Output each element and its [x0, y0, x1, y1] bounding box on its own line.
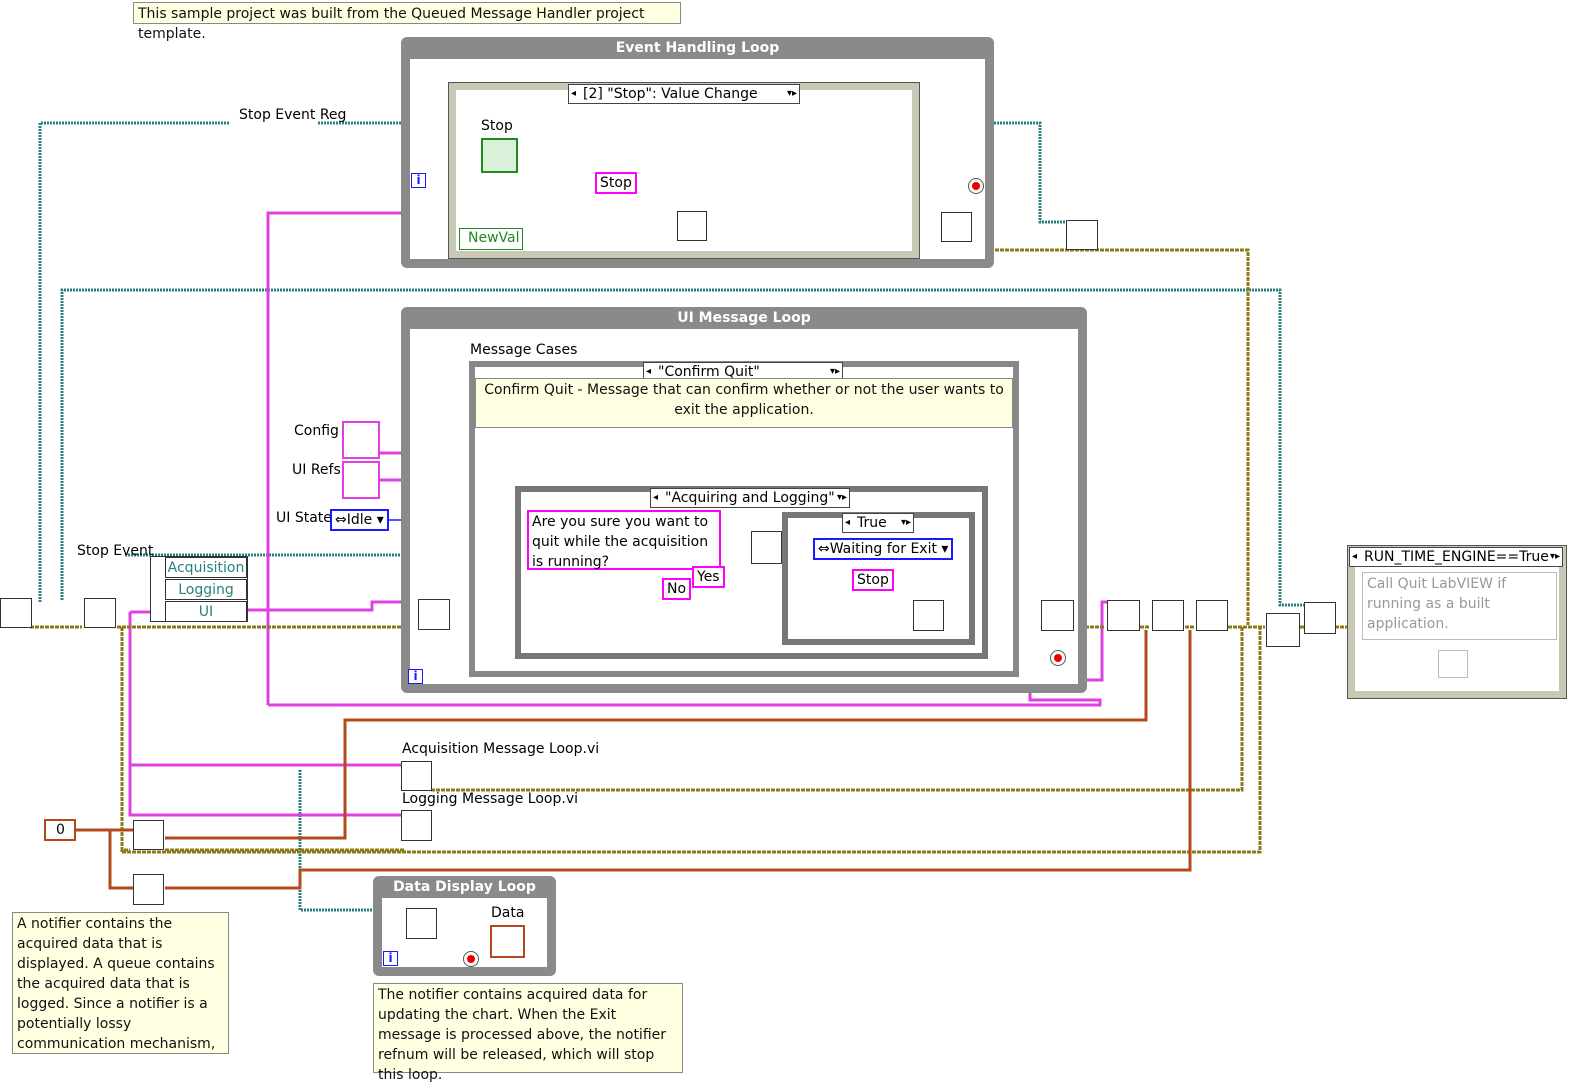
create-queues-icon: [84, 598, 116, 628]
acquiring-case-selector[interactable]: ◂ "Acquiring and Logging" ▾▸: [650, 488, 850, 508]
runtime-note: Call Quit LabVIEW if running as a built …: [1362, 572, 1557, 640]
quit-labview-icon: [1438, 650, 1468, 678]
ui-loop-iteration-icon: i: [408, 669, 423, 684]
stop-message-constant-2[interactable]: Stop: [852, 569, 894, 591]
message-cases-label: Message Cases: [470, 342, 578, 358]
logging-subvi-icon[interactable]: [401, 810, 432, 841]
selector-right-arrow-icon[interactable]: ▾▸: [787, 85, 797, 103]
runtime-case-label: RUN_TIME_ENGINE==True: [1364, 549, 1549, 565]
merge-errors-icon: [1266, 613, 1300, 647]
two-button-dialog-icon: [751, 531, 782, 564]
enum-arrow-icon: ⇔: [335, 512, 347, 528]
event-case-selector[interactable]: ◂ [2] "Stop": Value Change ▾▸: [568, 84, 800, 104]
stop-event-reg-label: Stop Event Reg: [239, 107, 347, 123]
create-notifier-icon: [133, 874, 164, 905]
release-notifier-icon: [1196, 600, 1228, 631]
acquisition-subvi-icon[interactable]: [401, 761, 432, 791]
enum-arrow-icon-2: ⇔: [818, 541, 830, 557]
error-handler-icon-2: [1041, 600, 1074, 631]
bool-left-arrow-icon[interactable]: ◂: [845, 514, 850, 532]
data-display-loop-title: Data Display Loop: [382, 876, 547, 898]
data-label: Data: [491, 905, 525, 921]
cluster-item-acquisition: Acquisition: [165, 557, 247, 578]
waiting-value: Waiting for Exit: [829, 541, 937, 557]
acq-right-arrow-icon[interactable]: ▾▸: [837, 489, 847, 507]
config-cluster-terminal[interactable]: [342, 421, 380, 459]
runtime-case-selector[interactable]: ◂ RUN_TIME_ENGINE==True ▾▸: [1349, 547, 1563, 567]
cluster-item-logging: Logging: [165, 579, 247, 600]
stop-label: Stop: [481, 118, 513, 134]
wait-on-notification-icon: [406, 908, 437, 939]
event-type-node: NewVal: [459, 228, 523, 250]
ui-loop-stop-icon: [1050, 650, 1066, 666]
teal-data-display-wire: [298, 770, 380, 912]
yes-button-constant[interactable]: Yes: [692, 566, 725, 588]
create-data-queue-icon: [133, 820, 164, 850]
event-loop-stop-icon: [968, 178, 984, 194]
stop-event-reg-wire: [38, 121, 455, 602]
acq-case-label: "Acquiring and Logging": [665, 490, 835, 506]
unregister-events-icon: [1066, 220, 1098, 250]
runtime-left-arrow-icon[interactable]: ◂: [1352, 548, 1357, 566]
ui-state-enum[interactable]: ⇔Idle ▾: [330, 509, 389, 531]
ui-state-value: Idle: [346, 512, 373, 528]
display-loop-iteration-icon: i: [383, 951, 398, 966]
ui-message-loop-title: UI Message Loop: [410, 307, 1078, 329]
ui-state-label: UI State: [276, 510, 332, 526]
no-button-constant[interactable]: No: [662, 578, 692, 600]
dequeue-message-icon: [418, 599, 450, 630]
display-note: The notifier contains acquired data for …: [373, 983, 683, 1083]
display-loop-stop-icon: [463, 951, 479, 967]
stop-event-label: Stop Event: [77, 543, 154, 559]
waiting-for-exit-enum[interactable]: ⇔Waiting for Exit ▾: [813, 538, 954, 560]
bool-case-label: True: [857, 515, 887, 531]
runtime-right-arrow-icon[interactable]: ▾▸: [1550, 548, 1560, 566]
zero-constant: 0: [56, 822, 65, 838]
confirm-quit-note: Confirm Quit - Message that can confirm …: [475, 378, 1013, 428]
error-handler-icon: [941, 212, 972, 242]
stop-button-terminal[interactable]: [481, 138, 518, 173]
numeric-constant-array[interactable]: 0: [44, 819, 76, 841]
data-chart-terminal[interactable]: [490, 925, 525, 958]
selector-left-arrow-icon[interactable]: ◂: [571, 85, 576, 103]
newval-label: NewVal: [468, 230, 520, 246]
confirm-prompt-constant[interactable]: Are you sure you want to quit while the …: [527, 510, 721, 570]
stop-message-constant[interactable]: Stop: [595, 172, 637, 194]
release-queue-icon-2: [1152, 600, 1184, 631]
event-case-label: [2] "Stop": Value Change: [583, 86, 758, 102]
event-handling-loop-title: Event Handling Loop: [410, 37, 985, 59]
config-label: Config: [294, 423, 339, 439]
create-user-event-icon: [0, 598, 32, 628]
ui-refs-label: UI Refs: [292, 462, 341, 478]
cluster-item-ui: UI: [165, 601, 247, 622]
acquisition-vi-label: Acquisition Message Loop.vi: [402, 741, 600, 757]
enqueue-message-icon: [677, 211, 707, 241]
destroy-user-event-icon: [1304, 602, 1336, 634]
event-loop-iteration-icon: i: [411, 173, 426, 188]
bool-case-selector[interactable]: ◂ True ▾▸: [842, 513, 914, 533]
template-note: This sample project was built from the Q…: [133, 2, 681, 42]
logging-vi-label: Logging Message Loop.vi: [402, 791, 578, 807]
release-queue-icon-1: [1107, 600, 1140, 631]
bool-right-arrow-icon[interactable]: ▾▸: [901, 514, 911, 532]
notifier-note: A notifier contains the acquired data th…: [12, 912, 229, 1054]
ui-refs-cluster-terminal[interactable]: [342, 461, 380, 499]
acq-left-arrow-icon[interactable]: ◂: [653, 489, 658, 507]
enqueue-message-icon-2: [913, 600, 944, 631]
